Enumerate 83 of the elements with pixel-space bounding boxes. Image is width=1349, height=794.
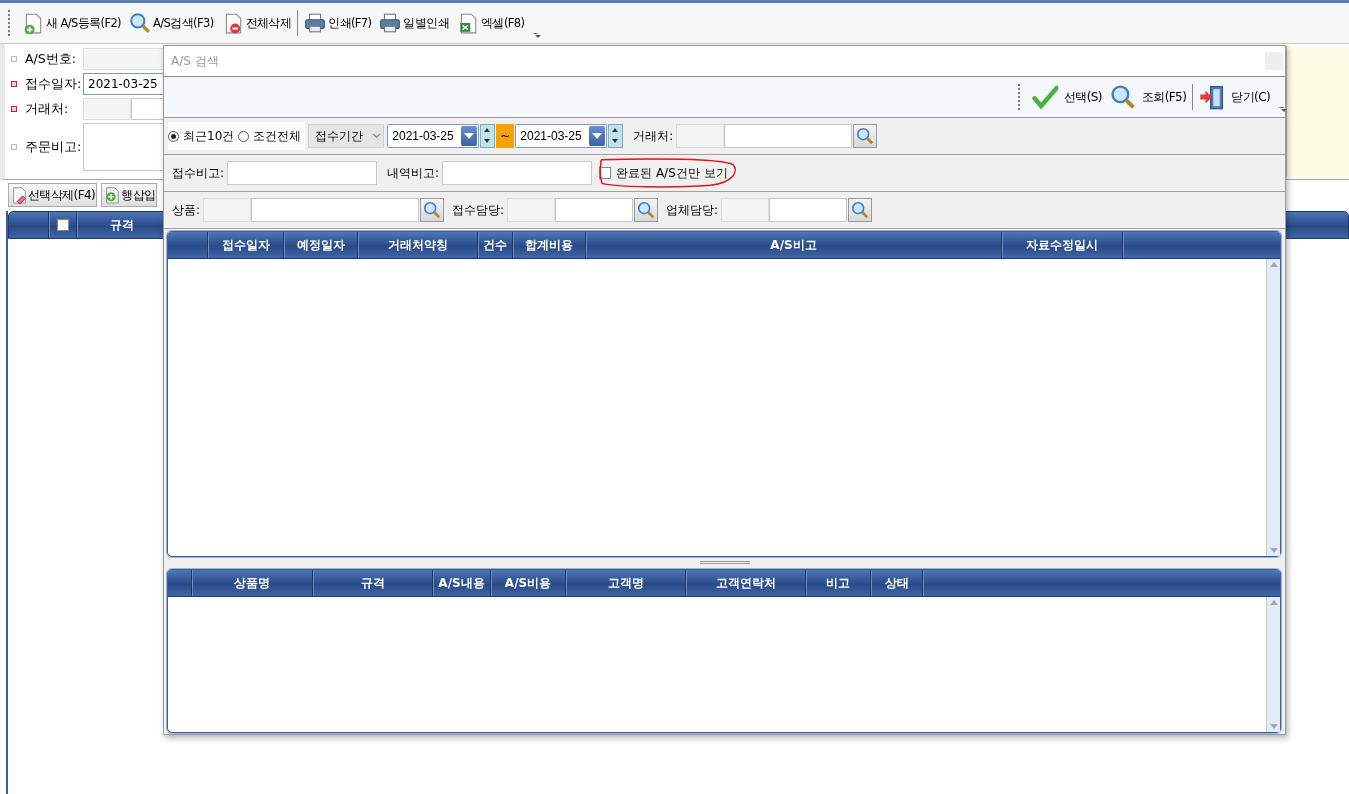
field-label: 거래처: — [633, 127, 674, 145]
field-label: 접수일자: — [25, 75, 83, 93]
radio-option[interactable]: 최근10건 — [168, 127, 235, 145]
column-header[interactable]: A/S비고 — [586, 232, 1002, 258]
column-header[interactable]: 건수 — [478, 232, 513, 258]
search-icon — [637, 201, 656, 219]
column-header[interactable]: 예정일자 — [284, 232, 358, 258]
column-header[interactable]: A/S비용 — [491, 570, 566, 596]
search-button[interactable] — [848, 198, 873, 222]
toolbar-button[interactable]: 전체삭제 — [217, 7, 296, 39]
field-label: 주문비고: — [25, 138, 83, 156]
column-header[interactable]: 고객연락처 — [686, 570, 806, 596]
eraser-icon — [10, 186, 28, 204]
select-all-checkbox[interactable] — [56, 219, 69, 231]
field-label: 업체담당: — [666, 201, 719, 219]
dialog-title: A/S 검색 — [171, 52, 219, 70]
input-field[interactable] — [676, 124, 725, 148]
row-button[interactable]: 선택삭제(F4) — [8, 183, 98, 207]
dropdown-button[interactable] — [461, 126, 478, 146]
printer-icon — [304, 12, 327, 34]
toolbar-grip — [8, 10, 12, 36]
toolbar-button[interactable]: 인쇄(F7) — [300, 7, 376, 39]
scrollbar[interactable] — [1266, 597, 1280, 732]
column-header[interactable]: 합계비용 — [513, 232, 586, 258]
field-label: 내역비고: — [387, 164, 440, 182]
input-field[interactable] — [724, 124, 853, 148]
input-field[interactable] — [721, 198, 770, 222]
period-dropdown[interactable]: 접수기간 — [308, 124, 385, 148]
range-separator: ~ — [496, 124, 515, 148]
input-field[interactable] — [203, 198, 252, 222]
field-label: 접수비고: — [172, 164, 225, 182]
toolbar-button[interactable]: 선택(S) — [1027, 81, 1106, 113]
column-header[interactable]: 상태 — [871, 570, 923, 596]
column-header[interactable]: A/S내용 — [433, 570, 491, 596]
date-field[interactable]: 2021-03-25 — [515, 124, 608, 148]
checkmark-icon — [1031, 84, 1058, 110]
input-field[interactable] — [555, 198, 634, 222]
scrollbar[interactable] — [1266, 259, 1280, 556]
input-field[interactable] — [769, 198, 848, 222]
dropdown-button[interactable] — [589, 126, 606, 146]
overflow-icon[interactable] — [1278, 107, 1285, 113]
toolbar-button[interactable]: A/S검색(F3) — [125, 7, 218, 39]
search-icon — [129, 12, 151, 34]
search-button[interactable] — [634, 198, 659, 222]
column-header[interactable]: 규격 — [313, 570, 433, 596]
printer-icon — [379, 12, 402, 34]
column-header[interactable]: 비고 — [806, 570, 871, 596]
checkbox[interactable] — [599, 167, 612, 179]
column-header[interactable]: 자료수정일시 — [1002, 232, 1123, 258]
column-header[interactable]: 고객명 — [566, 570, 686, 596]
toolbar-button[interactable]: 닫기(C) — [1195, 81, 1274, 113]
input-field[interactable] — [507, 198, 556, 222]
search-icon — [423, 201, 442, 219]
toolbar-grip — [1017, 84, 1022, 110]
column-header[interactable]: 거래처약칭 — [358, 232, 478, 258]
spinner-button[interactable] — [608, 124, 624, 148]
search-button[interactable] — [420, 198, 445, 222]
column-header[interactable]: 상품명 — [192, 570, 313, 596]
field-label: A/S번호: — [25, 50, 77, 68]
search-icon — [1109, 84, 1136, 110]
field-label: 접수담당: — [452, 201, 505, 219]
document-plus-icon — [22, 12, 44, 34]
search-icon — [856, 127, 875, 145]
input-field[interactable] — [227, 161, 378, 185]
toolbar-button[interactable]: 새 A/S등록(F2) — [18, 7, 125, 39]
field-label: 상품: — [172, 201, 201, 219]
toolbar-button[interactable]: 엑셀(F8) — [453, 7, 529, 39]
door-arrow-icon — [1199, 84, 1226, 110]
date-field[interactable]: 2021-03-25 — [387, 124, 480, 148]
field-label: 거래처: — [25, 100, 70, 118]
search-button[interactable] — [853, 124, 878, 148]
input-field[interactable] — [442, 161, 593, 185]
column-header[interactable]: 접수일자 — [208, 232, 284, 258]
spinner-button[interactable] — [480, 124, 496, 148]
input-field[interactable] — [83, 98, 131, 120]
toolbar-button[interactable]: 조회(F5) — [1105, 81, 1191, 113]
input-field[interactable] — [251, 198, 420, 222]
toolbar-button[interactable]: 일별인쇄 — [375, 7, 454, 39]
plus-icon — [103, 186, 122, 204]
overflow-icon[interactable] — [532, 33, 540, 39]
row-button[interactable]: 행삽입 — [101, 183, 158, 207]
search-icon — [851, 201, 870, 219]
radio-option[interactable]: 조건전체 — [238, 127, 302, 145]
